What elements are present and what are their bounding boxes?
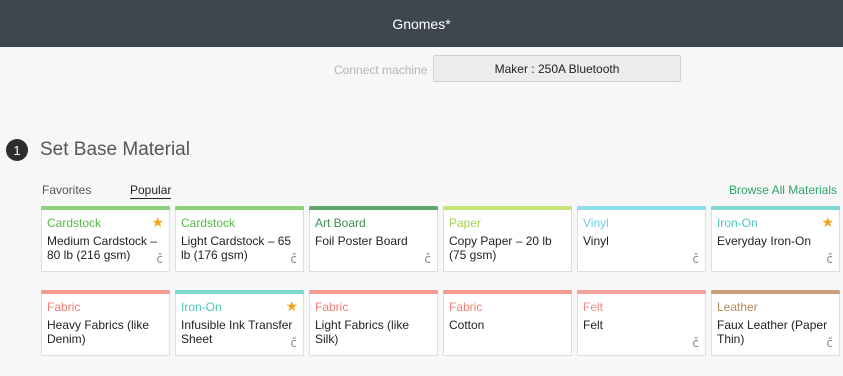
cut-icon: č bbox=[156, 252, 163, 266]
material-color-bar bbox=[41, 206, 170, 210]
star-icon[interactable]: ★ bbox=[285, 298, 298, 315]
material-color-bar bbox=[711, 206, 840, 210]
machine-select[interactable]: Maker : 250A Bluetooth bbox=[433, 55, 681, 82]
cut-icon: č bbox=[424, 252, 431, 266]
material-name: Everyday Iron-On bbox=[717, 234, 812, 248]
cut-icon: č bbox=[290, 252, 297, 266]
cut-icon: č bbox=[692, 252, 699, 266]
material-name: Heavy Fabrics (like Denim) bbox=[47, 318, 150, 346]
material-card[interactable]: Art Board Foil Poster Board č bbox=[309, 206, 438, 272]
material-name: Light Fabrics (like Silk) bbox=[315, 318, 410, 346]
material-name: Light Cardstock – 65 lb (176 gsm) bbox=[181, 234, 292, 262]
material-category: Cardstock bbox=[47, 216, 102, 230]
step-header: 1 Set Base Material bbox=[6, 139, 190, 161]
material-color-bar bbox=[41, 290, 170, 294]
material-name: Vinyl bbox=[583, 234, 609, 248]
connect-machine-label: Connect machine bbox=[334, 63, 428, 77]
material-name: Medium Cardstock – 80 lb (216 gsm) bbox=[47, 234, 158, 262]
material-card[interactable]: Iron-On Infusible Ink Transfer Sheet ★ č bbox=[175, 290, 304, 356]
material-name: Felt bbox=[583, 318, 604, 332]
star-icon[interactable]: ★ bbox=[821, 214, 834, 231]
material-name: Faux Leather (Paper Thin) bbox=[717, 318, 828, 346]
material-category: Art Board bbox=[315, 216, 366, 230]
material-category: Leather bbox=[717, 300, 758, 314]
material-color-bar bbox=[443, 290, 572, 294]
material-card[interactable]: Fabric Light Fabrics (like Silk) bbox=[309, 290, 438, 356]
material-category: Vinyl bbox=[583, 216, 609, 230]
star-icon[interactable]: ★ bbox=[151, 214, 164, 231]
material-name: Cotton bbox=[449, 318, 485, 332]
material-card[interactable]: Iron-On Everyday Iron-On ★ č bbox=[711, 206, 840, 272]
material-card[interactable]: Cardstock Light Cardstock – 65 lb (176 gs… bbox=[175, 206, 304, 272]
material-category: Iron-On bbox=[717, 216, 758, 230]
material-category: Felt bbox=[583, 300, 604, 314]
material-color-bar bbox=[175, 206, 304, 210]
tab-favorites[interactable]: Favorites bbox=[42, 183, 91, 197]
window-title: Gnomes* bbox=[392, 15, 451, 32]
material-category: Cardstock bbox=[181, 216, 236, 230]
material-card[interactable]: Leather Faux Leather (Paper Thin) č bbox=[711, 290, 840, 356]
material-category: Fabric bbox=[315, 300, 349, 314]
material-name: Foil Poster Board bbox=[315, 234, 408, 248]
material-card[interactable]: Paper Copy Paper – 20 lb (75 gsm) bbox=[443, 206, 572, 272]
material-name: Copy Paper – 20 lb (75 gsm) bbox=[449, 234, 552, 262]
material-category: Iron-On bbox=[181, 300, 222, 314]
cut-icon: č bbox=[692, 336, 699, 350]
machine-row: Connect machine Maker : 250A Bluetooth bbox=[0, 55, 843, 85]
cut-icon: č bbox=[826, 336, 833, 350]
material-color-bar bbox=[443, 206, 572, 210]
material-category: Fabric bbox=[47, 300, 81, 314]
material-color-bar bbox=[309, 206, 438, 210]
browse-all-materials-link[interactable]: Browse All Materials bbox=[729, 183, 837, 197]
title-bar: Gnomes* bbox=[0, 0, 843, 47]
material-category: Fabric bbox=[449, 300, 483, 314]
material-card[interactable]: Fabric Cotton bbox=[443, 290, 572, 356]
material-color-bar bbox=[175, 290, 304, 294]
material-color-bar bbox=[577, 206, 706, 210]
cut-icon: č bbox=[826, 252, 833, 266]
step-number-badge: 1 bbox=[6, 139, 28, 161]
cut-icon: č bbox=[290, 336, 297, 350]
material-card[interactable]: Vinyl Vinyl č bbox=[577, 206, 706, 272]
material-color-bar bbox=[309, 290, 438, 294]
tab-popular[interactable]: Popular bbox=[130, 183, 172, 199]
material-color-bar bbox=[577, 290, 706, 294]
material-card[interactable]: Felt Felt č bbox=[577, 290, 706, 356]
material-card[interactable]: Fabric Heavy Fabrics (like Denim) bbox=[41, 290, 170, 356]
material-color-bar bbox=[711, 290, 840, 294]
step-title: Set Base Material bbox=[40, 139, 190, 160]
material-card[interactable]: Cardstock Medium Cardstock – 80 lb (216 g… bbox=[41, 206, 170, 272]
material-name: Infusible Ink Transfer Sheet bbox=[181, 318, 293, 346]
material-category: Paper bbox=[449, 216, 482, 230]
